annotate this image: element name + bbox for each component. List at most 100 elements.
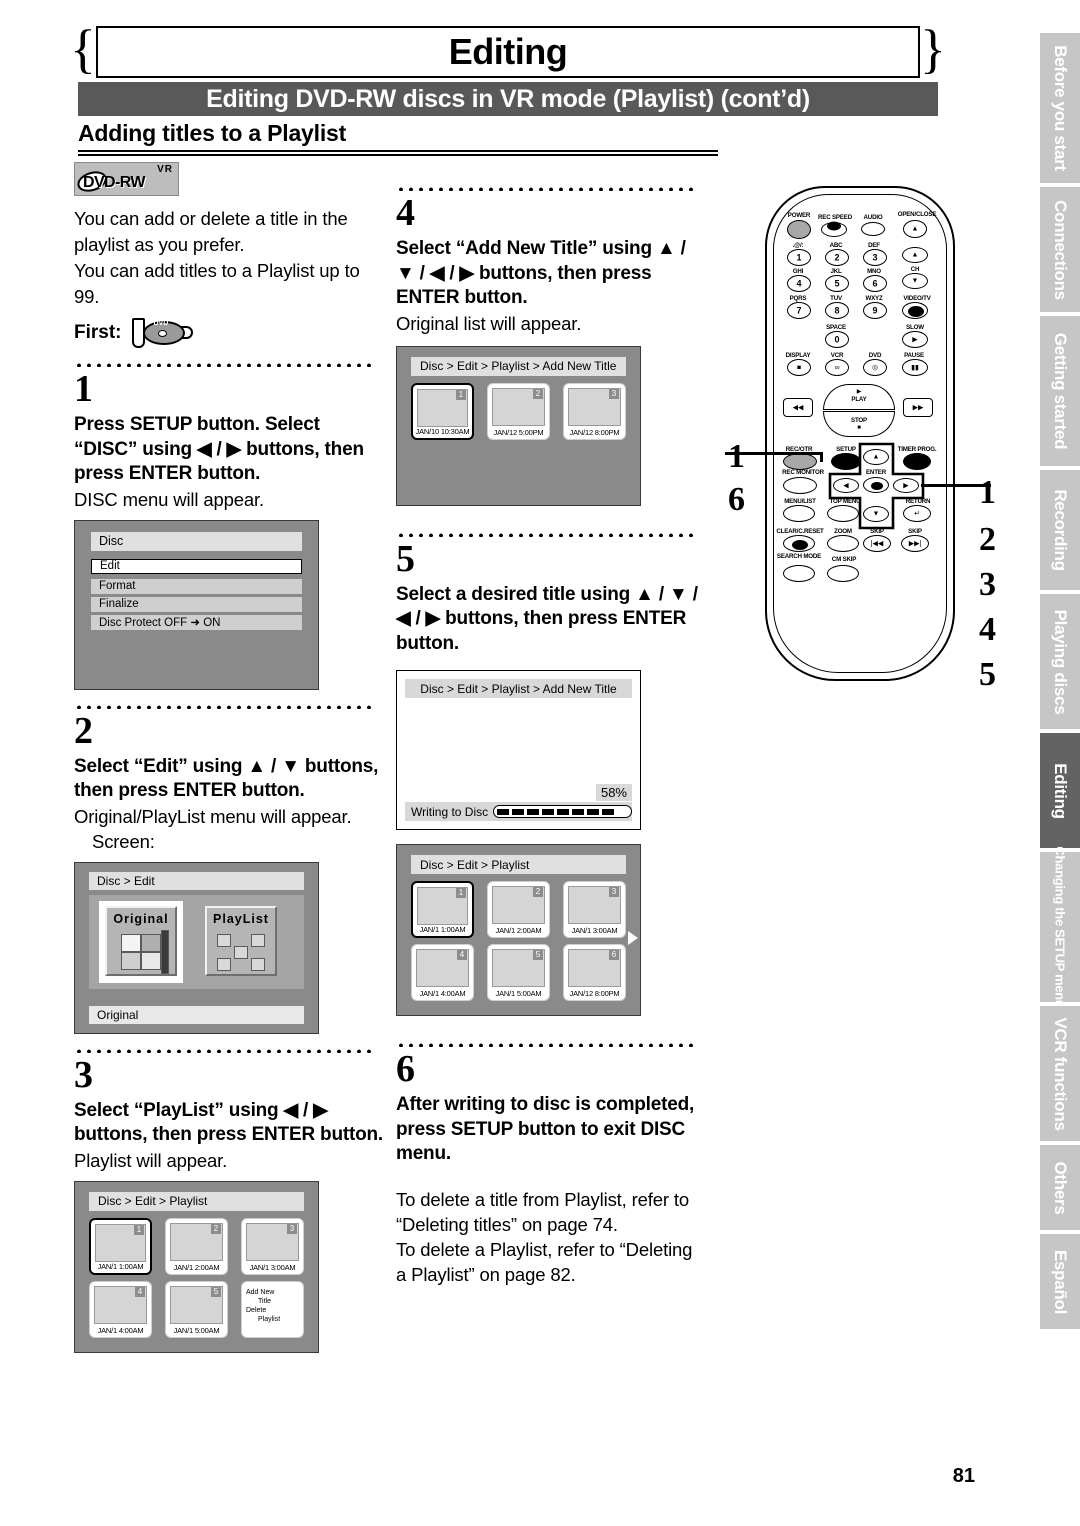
cm-skip-button[interactable] bbox=[827, 565, 859, 582]
step-3-number: 3 bbox=[74, 1053, 93, 1096]
sidebar-tab-playing-discs[interactable]: Playing discs bbox=[1040, 594, 1080, 729]
thumb-date: JAN/1 5:00AM bbox=[173, 1325, 220, 1335]
timer-prog-button[interactable] bbox=[903, 453, 931, 470]
audio-button[interactable] bbox=[861, 222, 885, 236]
cassette-icon: ∞ bbox=[834, 364, 840, 371]
option-original-label: Original bbox=[113, 911, 169, 926]
sidebar-tab-changing-setup-menu[interactable]: Changing the SETUP menu bbox=[1040, 846, 1080, 1008]
logo-format-text: DVD-RW bbox=[83, 174, 145, 191]
sidebar-tab-connections[interactable]: Connections bbox=[1040, 187, 1080, 312]
pause-label: PAUSE bbox=[904, 352, 924, 359]
result-thumb-5[interactable]: 5 JAN/1 5:00AM bbox=[487, 944, 550, 1001]
playlist-thumb-4[interactable]: 4 JAN/1 4:00AM bbox=[89, 1280, 152, 1338]
rec-otr-button[interactable] bbox=[783, 453, 817, 470]
power-label: POWER bbox=[787, 212, 811, 219]
playlist-action-card[interactable]: Add New Title Delete Playlist bbox=[241, 1280, 304, 1338]
key-0-button[interactable]: 0 bbox=[825, 331, 849, 348]
open-close-label: OPEN/CLOSE bbox=[897, 211, 937, 218]
original-thumb-2[interactable]: 2 JAN/12 5:00PM bbox=[487, 382, 550, 440]
key-2-button[interactable]: 2 bbox=[825, 249, 849, 266]
arrow-left-button[interactable]: ◀ bbox=[833, 478, 859, 493]
sidebar-tab-espanol[interactable]: Español bbox=[1040, 1234, 1080, 1329]
rec-monitor-button[interactable] bbox=[783, 477, 817, 494]
logo-vr-text: VR bbox=[157, 164, 173, 175]
cube-icon bbox=[251, 933, 265, 947]
clear-reset-button[interactable] bbox=[783, 535, 815, 552]
playlist-thumb-3[interactable]: 3 JAN/1 3:00AM bbox=[241, 1217, 304, 1275]
power-button[interactable] bbox=[787, 220, 811, 239]
fast-forward-button[interactable]: ▶▶ bbox=[903, 398, 933, 417]
key-5-button[interactable]: 5 bbox=[825, 275, 849, 292]
key-8-button[interactable]: 8 bbox=[825, 302, 849, 319]
result-thumb-3[interactable]: 3 JAN/1 3:00AM bbox=[563, 881, 626, 938]
play-button[interactable]: ▶ PLAY bbox=[823, 384, 895, 410]
thumb-date: JAN/12 8:00PM bbox=[569, 989, 620, 998]
key-9-letters: WXYZ bbox=[865, 295, 883, 302]
disc-menu-item-finalize[interactable]: Finalize bbox=[91, 596, 302, 612]
rewind-button[interactable]: ◀◀ bbox=[783, 398, 813, 417]
playlist-thumb-2[interactable]: 2 JAN/1 2:00AM bbox=[165, 1217, 228, 1275]
channel-down-button[interactable]: ▼ bbox=[902, 273, 928, 289]
thumb-number: 3 bbox=[609, 887, 619, 897]
key-4-button[interactable]: 4 bbox=[787, 275, 811, 292]
original-thumb-1[interactable]: 1 JAN/10 10:30AM bbox=[411, 382, 474, 440]
step-2-desc-2: Screen: bbox=[92, 830, 155, 852]
enter-button[interactable] bbox=[863, 477, 889, 493]
video-tv-button[interactable] bbox=[902, 302, 928, 319]
thumb-date: JAN/1 5:00AM bbox=[495, 989, 542, 998]
skip-back-button[interactable]: |◀◀ bbox=[863, 535, 891, 552]
sidebar-tab-editing[interactable]: Editing bbox=[1040, 733, 1080, 848]
rec-speed-button[interactable] bbox=[821, 221, 847, 237]
original-thumb-3[interactable]: 3 JAN/12 8:00PM bbox=[563, 382, 626, 440]
zoom-button[interactable] bbox=[827, 535, 859, 552]
progress-segment bbox=[497, 808, 510, 815]
key-3-button[interactable]: 3 bbox=[863, 249, 887, 266]
option-playlist[interactable]: PlayList bbox=[199, 901, 283, 983]
sidebar-tab-getting-started[interactable]: Getting started bbox=[1040, 316, 1080, 466]
return-button[interactable]: ↵ bbox=[903, 505, 931, 522]
step-4-title: Select “Add New Title” using ▲ / ▼ / ◀ /… bbox=[396, 238, 686, 308]
dvd-button[interactable]: ◎ bbox=[863, 359, 887, 376]
setup-label: SETUP bbox=[836, 446, 856, 453]
step-separator bbox=[396, 1042, 696, 1047]
sidebar-tab-others[interactable]: Others bbox=[1040, 1145, 1080, 1230]
sidebar-tab-recording[interactable]: Recording bbox=[1040, 470, 1080, 590]
channel-up-button[interactable]: ▲ bbox=[902, 247, 928, 263]
key-7-button[interactable]: 7 bbox=[787, 302, 811, 319]
search-mode-button[interactable] bbox=[783, 565, 815, 582]
open-close-button[interactable]: ▲ bbox=[903, 220, 927, 238]
setup-button[interactable] bbox=[831, 453, 861, 470]
result-thumb-6[interactable]: 6 JAN/12 8:00PM bbox=[563, 944, 626, 1001]
key-1-button[interactable]: 1 bbox=[787, 249, 811, 266]
playlist-thumb-5[interactable]: 5 JAN/1 5:00AM bbox=[165, 1280, 228, 1338]
menu-list-button[interactable] bbox=[783, 505, 815, 522]
disc-menu-item-disc-protect[interactable]: Disc Protect OFF ➜ ON bbox=[91, 614, 302, 630]
skip-forward-button[interactable]: ▶▶| bbox=[901, 535, 929, 552]
disc-menu-item-format[interactable]: Format bbox=[91, 578, 302, 594]
sidebar-tab-label: Español bbox=[1051, 1249, 1070, 1314]
sidebar-tab-before-you-start[interactable]: Before you start bbox=[1040, 33, 1080, 183]
sidebar-tab-vcr-functions[interactable]: VCR functions bbox=[1040, 1006, 1080, 1141]
arrow-down-button[interactable]: ▼ bbox=[863, 506, 889, 522]
key-6-button[interactable]: 6 bbox=[863, 275, 887, 292]
top-menu-button[interactable] bbox=[827, 505, 859, 522]
pause-button[interactable]: ▮▮ bbox=[902, 359, 928, 376]
result-thumb-2[interactable]: 2 JAN/1 2:00AM bbox=[487, 881, 550, 938]
arrow-right-button[interactable]: ▶ bbox=[893, 478, 919, 493]
slow-button[interactable]: ▶ bbox=[902, 331, 928, 348]
playlist-thumb-1[interactable]: 1 JAN/1 1:00AM bbox=[89, 1217, 152, 1275]
key-9-button[interactable]: 9 bbox=[863, 302, 887, 319]
option-original[interactable]: Original bbox=[99, 900, 183, 983]
intro-line-2: You can add titles to a Playlist up to 9… bbox=[74, 260, 360, 307]
display-button[interactable]: ■ bbox=[787, 359, 811, 376]
vcr-button[interactable]: ∞ bbox=[825, 359, 849, 376]
disc-menu-item-edit[interactable]: Edit bbox=[91, 558, 302, 574]
skip-forward-icon: ▶▶| bbox=[908, 540, 922, 547]
enter-label: ENTER bbox=[866, 469, 886, 476]
result-thumb-4[interactable]: 4 JAN/1 4:00AM bbox=[411, 944, 474, 1001]
arrow-up-button[interactable]: ▲ bbox=[863, 449, 889, 465]
option-playlist-label: PlayList bbox=[213, 911, 269, 926]
thumb-date: JAN/1 3:00AM bbox=[571, 926, 618, 935]
next-page-arrow-icon[interactable] bbox=[628, 931, 638, 945]
result-thumb-1[interactable]: 1 JAN/1 1:00AM bbox=[411, 881, 474, 938]
